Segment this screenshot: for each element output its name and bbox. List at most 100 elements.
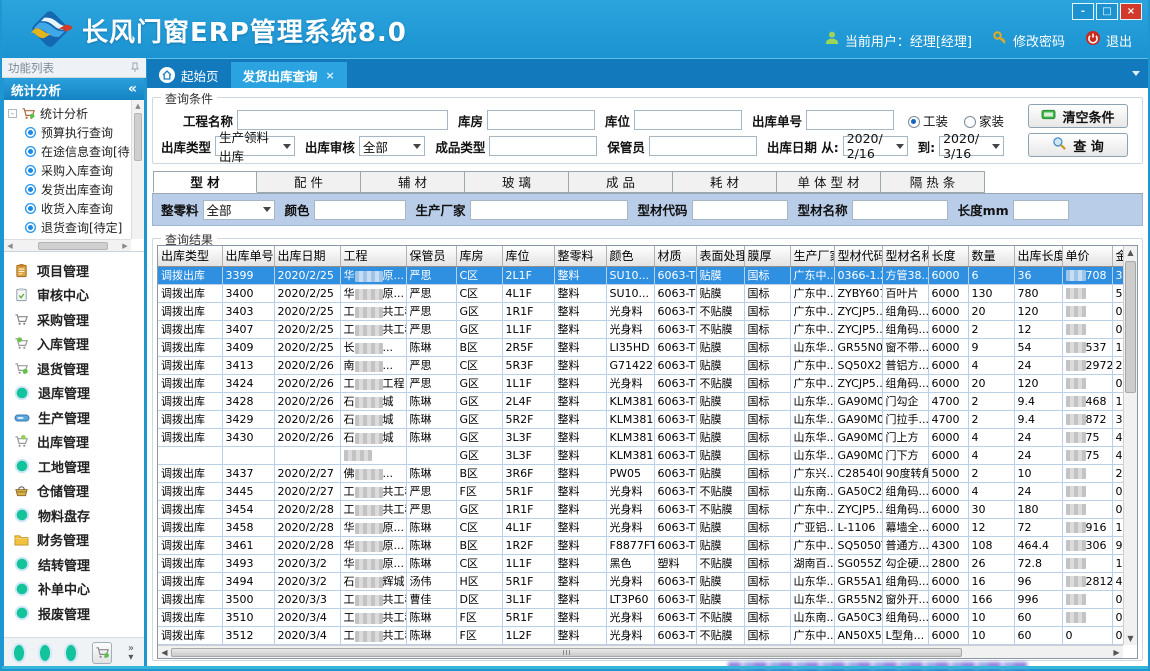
tree-item[interactable]: 预算执行查询 (8, 123, 130, 142)
table-row[interactable]: 调拨出库34932020/3/2华原...陈琳C区1L1F整料黑色塑料不贴膜国标… (158, 554, 1123, 572)
sidebar-menu-item[interactable]: 报废管理 (14, 601, 144, 626)
change-password-button[interactable]: 修改密码 (992, 30, 1065, 50)
color-input[interactable] (314, 200, 406, 220)
column-header[interactable]: 膜厚 (744, 246, 790, 266)
tree-item[interactable]: 在途信息查询[待 (8, 142, 130, 161)
table-row[interactable]: 调拨出库33992020/2/25华原...严思C区2L1F整料SU10...6… (158, 266, 1123, 284)
out-type-select[interactable]: 生产领料出库 (215, 136, 295, 156)
table-row[interactable]: 调拨出库34002020/2/25华原...严思C区4L1F整料SU10...6… (158, 284, 1123, 302)
table-row[interactable]: 调拨出库34032020/2/25工共工程严思G区1R1F整料光身料6063-T… (158, 302, 1123, 320)
scrollbar-thumb[interactable] (1125, 261, 1136, 393)
tree-item[interactable]: 采购入库查询 (8, 161, 130, 180)
tree-root[interactable]: -统计分析 (8, 104, 130, 123)
table-row[interactable]: 调拨出库34582020/2/28华原...陈琳C区4L1F整料光身料6063-… (158, 518, 1123, 536)
tab-shipping-outbound-query[interactable]: 发货出库查询 × (231, 62, 347, 88)
column-header[interactable]: 库位 (502, 246, 554, 266)
date-from-picker[interactable]: 2020/ 2/16 (843, 136, 908, 156)
sidebar-menu-item[interactable]: 工地管理 (14, 454, 144, 479)
tab-close-icon[interactable]: × (326, 69, 335, 82)
material-tab[interactable]: 隔 热 条 (881, 171, 985, 193)
table-row[interactable]: 调拨出库34372020/2/27佛...陈琳B区3R6F整料PW056063-… (158, 464, 1123, 482)
search-button[interactable]: 查 询 (1028, 133, 1128, 157)
column-header[interactable]: 出库单号 (222, 246, 274, 266)
sidebar-menu-item[interactable]: 财务管理 (14, 528, 144, 553)
column-header[interactable]: 型材代码 (834, 246, 882, 266)
scrollbar-thumb[interactable] (134, 113, 142, 161)
table-row[interactable]: 调拨出库34132020/2/26南...严思C区5R3F整料G71422606… (158, 356, 1123, 374)
column-header[interactable]: 颜色 (606, 246, 654, 266)
location-input[interactable] (634, 110, 742, 130)
product-type-input[interactable] (489, 136, 597, 156)
table-row[interactable]: 调拨出库34542020/2/28工共工程严思G区1R1F整料光身料6063-T… (158, 500, 1123, 518)
teal-dot-icon[interactable] (66, 645, 76, 661)
material-tab[interactable]: 配 件 (257, 171, 361, 193)
sidebar-menu-item[interactable]: 审核中心 (14, 283, 144, 308)
column-header[interactable]: 金额 (1112, 246, 1123, 266)
material-tab[interactable]: 单 体 型 材 (777, 171, 881, 193)
column-header[interactable]: 数量 (968, 246, 1014, 266)
more-buttons-chevron[interactable]: »▾ (128, 644, 134, 662)
manufacturer-input[interactable] (470, 200, 628, 220)
table-row[interactable]: 调拨出库34072020/2/25工共工程严思G区1L1F整料光身料6063-T… (158, 320, 1123, 338)
table-row[interactable]: 调拨出库35002020/3/3工共工程曹佳D区3L1F整料LT3P606063… (158, 590, 1123, 608)
tree-vertical-scrollbar[interactable]: ▲ (131, 100, 144, 239)
material-tab[interactable]: 辅 材 (361, 171, 465, 193)
material-tab[interactable]: 耗 材 (673, 171, 777, 193)
table-row[interactable]: 调拨出库34282020/2/26石城陈琳G区2L4F整料KLM38176063… (158, 392, 1123, 410)
sidebar-menu-item[interactable]: 结转管理 (14, 552, 144, 577)
material-tab[interactable]: 型 材 (153, 171, 257, 193)
scroll-right-icon[interactable]: ▶ (1110, 648, 1123, 657)
column-header[interactable]: 表面处理 (696, 246, 744, 266)
logout-button[interactable]: 退出 (1085, 30, 1132, 50)
grid-horizontal-scrollbar[interactable]: ◀ ▶ (158, 645, 1123, 658)
scrollbar-thumb[interactable] (38, 242, 108, 250)
collapse-sidebar-button[interactable]: « (128, 81, 137, 97)
tree-item[interactable]: 收货入库查询 (8, 199, 130, 218)
column-header[interactable]: 出库长度 (1014, 246, 1062, 266)
sidebar-menu-item[interactable]: 项目管理 (14, 258, 144, 283)
column-header[interactable]: 出库类型 (158, 246, 222, 266)
teal-dot-icon[interactable] (40, 645, 50, 661)
radio-gongzhuang[interactable] (908, 116, 920, 128)
sidebar-menu-item[interactable]: 退库管理 (14, 381, 144, 406)
scroll-left-icon[interactable]: ◀ (158, 648, 171, 657)
column-header[interactable]: 长度 (928, 246, 968, 266)
table-row[interactable]: 调拨出库35122020/3/4工共工程陈琳F区1L2F整料光身料6063-T5… (158, 626, 1123, 644)
table-row[interactable]: G区3L3F整料KLM38176063-T5贴膜国标山东华...GA90M09.… (158, 446, 1123, 464)
table-row[interactable]: 调拨出库35102020/3/4工共工程陈琳F区5R1F整料光身料6063-T5… (158, 608, 1123, 626)
table-row[interactable]: 调拨出库34452020/2/27工共工程严思F区5R1F整料光身料6063-T… (158, 482, 1123, 500)
tree-item[interactable]: 发货出库查询 (8, 180, 130, 199)
sidebar-menu-item[interactable]: 入库管理 (14, 332, 144, 357)
tab-list-chevron-icon[interactable] (1132, 71, 1140, 76)
keeper-input[interactable] (649, 136, 757, 156)
tree-item[interactable]: 退货查询[待定] (8, 218, 130, 237)
clear-conditions-button[interactable]: 清空条件 (1028, 104, 1128, 128)
profile-code-input[interactable] (692, 200, 788, 220)
warehouse-input[interactable] (487, 110, 595, 130)
sidebar-menu-item[interactable]: 出库管理 (14, 430, 144, 455)
column-header[interactable]: 库房 (456, 246, 502, 266)
cart-shortcut-button[interactable] (92, 642, 112, 664)
scroll-up-icon[interactable]: ▲ (1124, 246, 1137, 259)
tree-expander-icon[interactable]: - (8, 109, 17, 118)
radio-jiazhuang[interactable] (964, 116, 976, 128)
order-no-input[interactable] (806, 110, 894, 130)
column-header[interactable]: 单价 (1062, 246, 1112, 266)
material-tab[interactable]: 成 品 (569, 171, 673, 193)
date-to-picker[interactable]: 2020/ 3/16 (939, 136, 1004, 156)
audit-select[interactable]: 全部 (359, 136, 425, 156)
column-header[interactable]: 工程 (340, 246, 406, 266)
table-row[interactable]: 调拨出库34302020/2/26石城陈琳G区3L3F整料KLM38176063… (158, 428, 1123, 446)
length-input[interactable] (1013, 200, 1069, 220)
teal-dot-icon[interactable] (14, 645, 24, 661)
sidebar-menu-item[interactable]: 生产管理 (14, 405, 144, 430)
tree-horizontal-scrollbar[interactable]: ◀ ▶ (4, 239, 131, 251)
grid-vertical-scrollbar[interactable]: ▲ ▼ (1123, 246, 1137, 645)
sidebar-menu-item[interactable]: 物料盘存 (14, 503, 144, 528)
profile-name-input[interactable] (852, 200, 948, 220)
scroll-right-icon[interactable]: ▶ (119, 242, 131, 250)
tab-home[interactable]: 起始页 (147, 62, 231, 88)
close-button[interactable]: × (1120, 3, 1142, 20)
table-row[interactable]: 调拨出库34242020/2/26工工程严思G区1L1F整料光身料6063-T5… (158, 374, 1123, 392)
scroll-left-icon[interactable]: ◀ (4, 242, 16, 250)
